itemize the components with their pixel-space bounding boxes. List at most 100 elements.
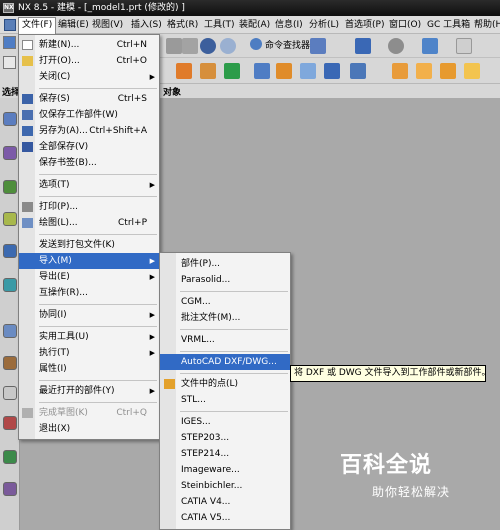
- extrude-icon[interactable]: [176, 63, 192, 79]
- menu-item-print[interactable]: 打印(P)...: [19, 199, 159, 215]
- part-navigator-icon[interactable]: [3, 180, 17, 194]
- system-materials-icon[interactable]: [3, 356, 17, 370]
- menu-item-send-to-package[interactable]: 发送到打包文件(K): [19, 237, 159, 253]
- system-scene-icon[interactable]: [3, 482, 17, 496]
- menu-item-import[interactable]: 导入(M) ▶: [19, 253, 159, 269]
- redo-icon[interactable]: [220, 38, 236, 54]
- edge-blend-icon[interactable]: [254, 63, 270, 79]
- plot-icon: [22, 218, 33, 228]
- standard-toolbar: 命令查找器: [160, 34, 500, 58]
- menu-preferences[interactable]: 首选项(P): [342, 18, 387, 32]
- menu-item-recent-parts[interactable]: 最近打开的部件(Y) ▶: [19, 383, 159, 399]
- command-finder-button[interactable]: 命令查找器: [250, 38, 310, 54]
- web-browser-icon[interactable]: [3, 278, 17, 292]
- mesh-icon[interactable]: [440, 63, 456, 79]
- view-orient-icon[interactable]: [388, 38, 404, 54]
- menu-analysis[interactable]: 分析(L): [306, 18, 342, 32]
- menu-item-execute[interactable]: 执行(T) ▶: [19, 345, 159, 361]
- submenu-item-label: Imageware...: [181, 465, 240, 475]
- import-item-steinbichler[interactable]: Steinbichler...: [160, 478, 290, 494]
- filter-icon[interactable]: [310, 38, 326, 54]
- manufacturing-wizards-icon[interactable]: [3, 416, 17, 430]
- trim-icon[interactable]: [464, 63, 480, 79]
- roles-icon[interactable]: [3, 450, 17, 464]
- menu-item-shortcut: Ctrl+P: [118, 218, 147, 228]
- import-item-iges[interactable]: IGES...: [160, 414, 290, 430]
- import-item-vrml[interactable]: VRML...: [160, 332, 290, 348]
- import-item-cgm[interactable]: CGM...: [160, 294, 290, 310]
- import-item-catia-v5[interactable]: CATIA V5...: [160, 510, 290, 526]
- menu-item-label: 保存(S): [39, 94, 70, 104]
- paste-icon[interactable]: [182, 38, 198, 54]
- menu-insert[interactable]: 插入(S): [128, 18, 165, 32]
- menu-edit[interactable]: 编辑(E): [55, 18, 92, 32]
- menu-item-exit[interactable]: 退出(X): [19, 421, 159, 437]
- menu-item-save-as[interactable]: 另存为(A)... Ctrl+Shift+A: [19, 123, 159, 139]
- submenu-item-label: Parasolid...: [181, 275, 231, 285]
- menu-item-close[interactable]: 关闭(C) ▶: [19, 69, 159, 85]
- save-all-icon: [22, 142, 33, 152]
- menu-item-export[interactable]: 导出(E) ▶: [19, 269, 159, 285]
- menu-item-new[interactable]: 新建(N)... Ctrl+N: [19, 37, 159, 53]
- menu-item-interoperate[interactable]: 互操作(R)...: [19, 285, 159, 301]
- background-icon[interactable]: [456, 38, 472, 54]
- import-item-part[interactable]: 部件(P)...: [160, 256, 290, 272]
- surface-icon[interactable]: [392, 63, 408, 79]
- menu-separator: [39, 88, 157, 89]
- new-icon[interactable]: [3, 56, 16, 69]
- menu-file[interactable]: 文件(F): [18, 17, 57, 34]
- menu-separator: [39, 326, 157, 327]
- shell-icon[interactable]: [300, 63, 316, 79]
- fit-icon[interactable]: [355, 38, 371, 54]
- import-item-autocad-dxf-dwg[interactable]: AutoCAD DXF/DWG...: [160, 354, 290, 370]
- datum-icon[interactable]: [200, 63, 216, 79]
- constraint-navigator-icon[interactable]: [3, 146, 17, 160]
- menu-help[interactable]: 帮助(H): [471, 18, 500, 32]
- import-item-stl[interactable]: STL...: [160, 392, 290, 408]
- menu-item-options[interactable]: 选项(T) ▶: [19, 177, 159, 193]
- import-item-step214[interactable]: STEP214...: [160, 446, 290, 462]
- standard-icon[interactable]: [3, 36, 16, 49]
- save-icon: [22, 94, 33, 104]
- menu-item-utilities[interactable]: 实用工具(U) ▶: [19, 329, 159, 345]
- menu-format[interactable]: 格式(R): [164, 18, 201, 32]
- menu-item-open[interactable]: 打开(O)... Ctrl+O: [19, 53, 159, 69]
- menu-window[interactable]: 窗口(O): [386, 18, 424, 32]
- import-item-imageware[interactable]: Imageware...: [160, 462, 290, 478]
- menu-item-collaborate[interactable]: 协同(I) ▶: [19, 307, 159, 323]
- menu-item-save-all[interactable]: 全部保存(V): [19, 139, 159, 155]
- menu-gc-toolbox[interactable]: GC 工具箱: [424, 18, 473, 32]
- menu-item-label: 属性(I): [39, 364, 67, 374]
- import-item-step203[interactable]: STEP203...: [160, 430, 290, 446]
- resource-bar: [0, 98, 20, 530]
- import-item-catia-v4[interactable]: CATIA V4...: [160, 494, 290, 510]
- import-item-parasolid[interactable]: Parasolid...: [160, 272, 290, 288]
- command-finder-label: 命令查找器: [265, 41, 311, 51]
- nx-menu-icon[interactable]: [4, 19, 16, 31]
- menu-item-plot[interactable]: 绘图(L)... Ctrl+P: [19, 215, 159, 231]
- history-icon[interactable]: [3, 324, 17, 338]
- import-item-points-from-file[interactable]: 文件中的点(L): [160, 376, 290, 392]
- reuse-library-icon[interactable]: [3, 212, 17, 226]
- menu-item-save[interactable]: 保存(S) Ctrl+S: [19, 91, 159, 107]
- menu-item-save-work-part[interactable]: 仅保存工作部件(W): [19, 107, 159, 123]
- assembly-navigator-icon[interactable]: [3, 112, 17, 126]
- hd3d-tools-icon[interactable]: [3, 244, 17, 258]
- menu-separator: [180, 291, 288, 292]
- chamfer-icon[interactable]: [276, 63, 292, 79]
- import-item-annotation-file[interactable]: 批注文件(M)...: [160, 310, 290, 326]
- menu-item-properties[interactable]: 属性(I): [19, 361, 159, 377]
- sweep-icon[interactable]: [416, 63, 432, 79]
- hole-icon[interactable]: [324, 63, 340, 79]
- point-icon[interactable]: [224, 63, 240, 79]
- menu-view[interactable]: 视图(V): [89, 18, 126, 32]
- menu-information[interactable]: 信息(I): [272, 18, 306, 32]
- render-style-icon[interactable]: [422, 38, 438, 54]
- cut-icon[interactable]: [166, 38, 182, 54]
- menu-item-save-bookmark[interactable]: 保存书签(B)...: [19, 155, 159, 171]
- menu-assembly[interactable]: 装配(A): [236, 18, 273, 32]
- boolean-icon[interactable]: [350, 63, 366, 79]
- undo-icon[interactable]: [200, 38, 216, 54]
- menu-tools[interactable]: 工具(T): [201, 18, 238, 32]
- process-studio-icon[interactable]: [3, 386, 17, 400]
